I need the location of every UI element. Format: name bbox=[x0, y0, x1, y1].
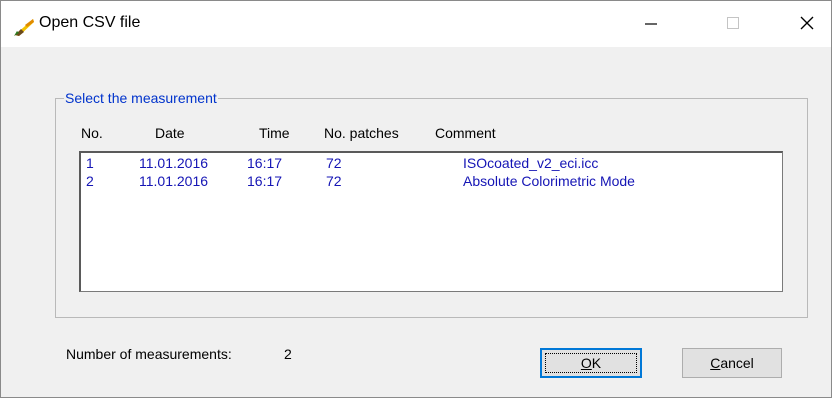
cell-patches: 72 bbox=[326, 155, 342, 171]
cell-patches: 72 bbox=[326, 173, 342, 189]
cell-time: 16:17 bbox=[247, 173, 283, 189]
cell-date: 11.01.2016 bbox=[139, 155, 209, 171]
maximize-icon bbox=[726, 16, 740, 33]
open-csv-dialog: Open CSV file Select the measurement No.… bbox=[0, 0, 832, 398]
column-header-patches: No. patches bbox=[324, 125, 399, 141]
column-header-comment: Comment bbox=[435, 125, 496, 141]
column-header-time: Time bbox=[259, 125, 290, 141]
close-button[interactable] bbox=[779, 1, 832, 47]
cancel-button-label: Cancel bbox=[710, 355, 754, 371]
cell-time: 16:17 bbox=[247, 155, 283, 171]
ok-button[interactable]: OK bbox=[540, 348, 642, 378]
cell-no: 1 bbox=[86, 155, 94, 171]
list-item[interactable]: 2 11.01.2016 16:17 72 Absolute Colorimet… bbox=[81, 173, 782, 191]
column-header-date: Date bbox=[155, 125, 185, 141]
groupbox-label: Select the measurement bbox=[64, 90, 218, 106]
minimize-button[interactable] bbox=[623, 1, 679, 47]
focus-rectangle bbox=[545, 353, 637, 373]
measurement-listbox[interactable]: 1 11.01.2016 16:17 72 ISOcoated_v2_eci.i… bbox=[79, 151, 783, 292]
measurement-count-label: Number of measurements: bbox=[66, 346, 232, 362]
cancel-button[interactable]: Cancel bbox=[682, 348, 782, 378]
cell-comment: Absolute Colorimetric Mode bbox=[463, 173, 635, 189]
window-title: Open CSV file bbox=[39, 14, 141, 31]
list-item[interactable]: 1 11.01.2016 16:17 72 ISOcoated_v2_eci.i… bbox=[81, 155, 782, 173]
maximize-button[interactable] bbox=[705, 1, 761, 47]
title-bar[interactable]: Open CSV file bbox=[1, 1, 831, 47]
cell-no: 2 bbox=[86, 173, 94, 189]
measurement-count-value: 2 bbox=[284, 346, 292, 362]
cell-comment: ISOcoated_v2_eci.icc bbox=[463, 155, 599, 171]
brush-icon bbox=[13, 15, 34, 36]
cell-date: 11.01.2016 bbox=[139, 173, 209, 189]
column-header-no: No. bbox=[81, 125, 103, 141]
minimize-icon bbox=[644, 16, 658, 33]
close-icon bbox=[799, 15, 815, 34]
